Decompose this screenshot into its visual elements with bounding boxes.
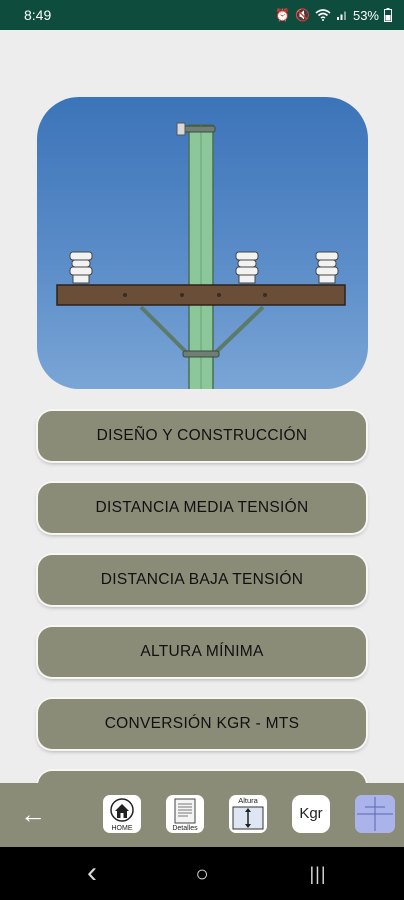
menu-button-conversion[interactable]: CONVERSIÓN KGR - MTS <box>38 699 366 749</box>
system-home-button[interactable]: ○ <box>182 861 222 887</box>
altura-nav-button[interactable]: Altura <box>229 795 267 833</box>
grid-icon <box>355 795 395 833</box>
utility-pole-illustration <box>56 122 346 389</box>
menu-button-media-tension[interactable]: DISTANCIA MEDIA TENSIÓN <box>38 483 366 533</box>
grid-nav-button[interactable] <box>355 795 395 833</box>
mute-icon: 🔇 <box>295 8 310 22</box>
battery-icon <box>384 8 392 22</box>
alarm-icon: ⏰ <box>275 8 291 22</box>
detalles-nav-label: Detalles <box>172 825 198 832</box>
system-back-button[interactable]: ‹ <box>72 858 112 888</box>
menu-button-baja-tension[interactable]: DISTANCIA BAJA TENSIÓN <box>38 555 366 605</box>
detalles-nav-button[interactable]: Detalles <box>166 795 204 833</box>
status-icons: ⏰ 🔇 53% <box>275 8 392 23</box>
altura-nav-label: Altura <box>238 796 258 805</box>
status-bar: 8:49 ⏰ 🔇 53% <box>0 0 404 30</box>
menu-button-diseno[interactable]: DISEÑO Y CONSTRUCCIÓN <box>38 411 366 461</box>
back-arrow-icon[interactable]: ← <box>18 799 48 829</box>
system-navigation-bar: ‹ ○ ||| <box>0 847 404 900</box>
system-recents-button[interactable]: ||| <box>298 861 338 887</box>
utility-pole-image <box>37 97 368 389</box>
home-nav-button[interactable]: HOME <box>103 795 141 833</box>
home-nav-label: HOME <box>111 825 133 832</box>
document-icon <box>174 798 196 824</box>
height-measure-icon <box>232 806 264 830</box>
kgr-nav-button[interactable]: Kgr <box>292 795 330 833</box>
menu-button-altura-minima[interactable]: ALTURA MÍNIMA <box>38 627 366 677</box>
bottom-app-bar: ← HOME Detalles Altura Kgr <box>0 783 404 847</box>
battery-level: 53% <box>352 7 379 23</box>
status-time: 8:49 <box>24 7 52 23</box>
home-icon <box>110 798 134 822</box>
wifi-icon <box>315 9 331 21</box>
signal-icon <box>336 11 346 20</box>
